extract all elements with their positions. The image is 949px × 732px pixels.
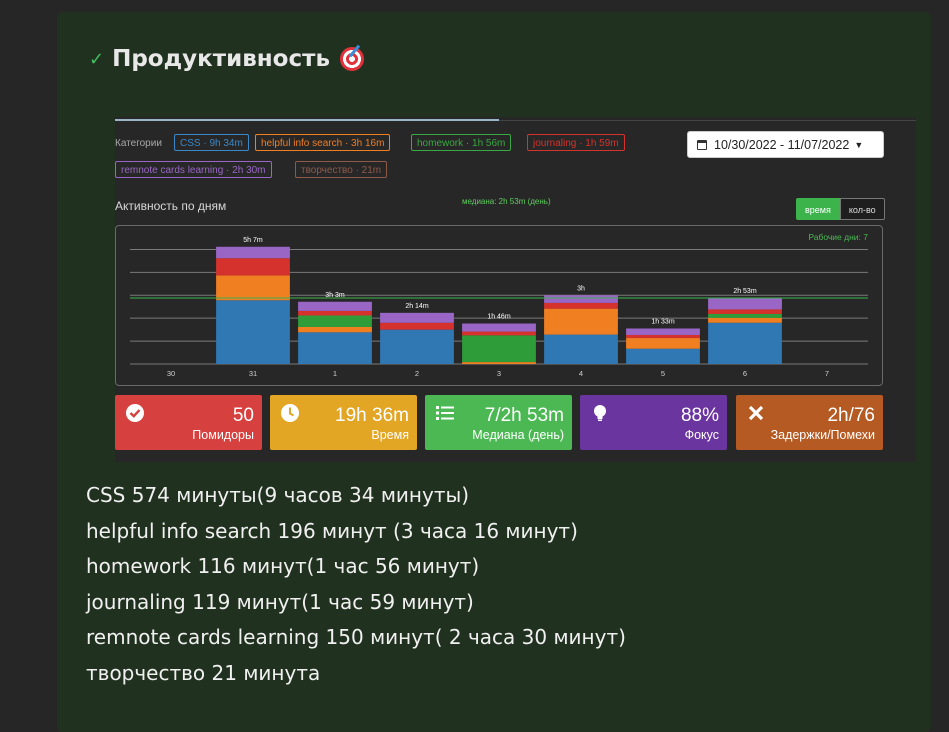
bar-segment bbox=[216, 300, 290, 364]
bar-segment bbox=[708, 322, 782, 364]
clock-icon bbox=[281, 404, 299, 422]
x-tick-label: 30 bbox=[167, 369, 175, 378]
bar-total-label: 2h 14m bbox=[405, 303, 429, 310]
bar-segment bbox=[462, 323, 536, 332]
bar-segment bbox=[298, 332, 372, 364]
bar-segment bbox=[708, 309, 782, 314]
activity-chart: 30 5h 7m 31 3h 3m 1 2h 14m 2 1h 46m 3 3h 4 1h 33m 5 2… bbox=[115, 225, 883, 386]
bar-segment bbox=[216, 258, 290, 276]
x-tick-label: 6 bbox=[743, 369, 747, 378]
tag-helpful-info-search[interactable]: helpful info search · 3h 16m bbox=[255, 134, 391, 151]
stat-value: 50 bbox=[232, 405, 254, 426]
tag-journaling[interactable]: journaling · 1h 59m bbox=[527, 134, 625, 151]
stat-value: 2h/76 bbox=[827, 405, 875, 426]
bar-segment bbox=[380, 312, 454, 323]
bar-segment bbox=[708, 317, 782, 323]
stat-focus: 88% Фокус bbox=[580, 395, 727, 450]
chevron-down-icon: ▼ bbox=[854, 139, 864, 150]
calendar-icon bbox=[697, 139, 707, 150]
note-line: journaling 119 минут(1 час 59 минут) bbox=[86, 589, 474, 614]
bar-segment bbox=[544, 302, 618, 309]
bar-segment bbox=[462, 331, 536, 336]
view-toggle: время кол-во bbox=[796, 198, 885, 220]
stat-label: Помидоры bbox=[192, 428, 254, 442]
stat-value: 19h 36m bbox=[335, 405, 409, 426]
tag-css[interactable]: CSS · 9h 34m bbox=[174, 134, 249, 151]
note-line: helpful info search 196 минут (3 часа 16… bbox=[86, 518, 578, 543]
check-icon: ✓ bbox=[89, 48, 105, 70]
note-line: CSS 574 минуты(9 часов 34 минуты) bbox=[86, 483, 470, 507]
x-tick-label: 3 bbox=[497, 369, 501, 378]
median-label: медиана: 2h 53m (день) bbox=[462, 197, 551, 206]
x-tick-label: 5 bbox=[661, 369, 665, 378]
note-line: remnote cards learning 150 минут( 2 часа… bbox=[86, 625, 626, 649]
bar-segment bbox=[544, 334, 618, 364]
bar-total-label: 1h 46m bbox=[487, 314, 511, 321]
bar-segment bbox=[216, 246, 290, 259]
date-range-picker[interactable]: 10/30/2022 - 11/07/2022 ▼ bbox=[687, 131, 884, 158]
section-heading: ✓ Продуктивность bbox=[89, 46, 364, 72]
bar-segment bbox=[708, 313, 782, 318]
stat-label: Время bbox=[371, 428, 409, 442]
bar-segment bbox=[626, 328, 700, 335]
categories-label: Категории bbox=[115, 138, 162, 149]
bar-segment bbox=[544, 308, 618, 335]
bar-segment bbox=[626, 338, 700, 349]
bar-total-label: 1h 33m bbox=[651, 318, 675, 325]
toggle-count-button[interactable]: кол-во bbox=[839, 198, 885, 220]
note-line: творчество 21 минута bbox=[86, 660, 321, 685]
direct-hit-icon bbox=[340, 47, 364, 71]
bar-segment bbox=[626, 334, 700, 339]
workdays-label: Рабочие дни: 7 bbox=[808, 232, 868, 242]
bar-total-label: 3h bbox=[577, 285, 585, 292]
bar-total-label: 2h 53m bbox=[733, 288, 757, 295]
tag-tvorchestvo[interactable]: творчество · 21m bbox=[295, 161, 388, 178]
activity-chart-svg: 305h 7m313h 3m12h 14m21h 46m33h41h 33m52… bbox=[130, 232, 868, 378]
bar-segment bbox=[462, 362, 536, 364]
stat-value: 88% bbox=[680, 405, 719, 426]
stat-delays: 2h/76 Задержки/Помехи bbox=[736, 395, 883, 450]
bar-segment bbox=[462, 335, 536, 363]
bar-segment bbox=[626, 348, 700, 364]
stat-median: 7/2h 53m Медиана (день) bbox=[425, 395, 572, 450]
stat-label: Задержки/Помехи bbox=[770, 428, 875, 442]
stat-label: Фокус bbox=[684, 428, 719, 442]
check-circle-icon bbox=[126, 404, 144, 422]
bar-segment bbox=[380, 322, 454, 330]
bar-segment bbox=[298, 315, 372, 327]
x-tick-label: 31 bbox=[249, 369, 257, 378]
x-tick-label: 1 bbox=[333, 369, 337, 378]
stat-label: Медиана (день) bbox=[472, 428, 564, 442]
notes-list: CSS 574 минуты(9 часов 34 минуты) helpfu… bbox=[86, 478, 626, 691]
activity-title: Активность по дням bbox=[115, 199, 227, 213]
stat-value: 7/2h 53m bbox=[484, 405, 564, 426]
bar-segment bbox=[708, 297, 782, 310]
tab-indicator bbox=[115, 119, 499, 121]
stat-pomodoros: 50 Помидоры bbox=[115, 395, 262, 450]
section-title: Продуктивность bbox=[112, 46, 330, 72]
times-icon bbox=[748, 405, 764, 421]
x-tick-label: 7 bbox=[825, 369, 829, 378]
bar-total-label: 5h 7m bbox=[243, 237, 263, 244]
tag-remnote-cards-learning[interactable]: remnote cards learning · 2h 30m bbox=[115, 161, 272, 178]
bar-segment bbox=[298, 326, 372, 333]
bar-segment bbox=[298, 310, 372, 316]
bar-segment bbox=[298, 301, 372, 311]
date-range-value: 10/30/2022 - 11/07/2022 bbox=[714, 137, 850, 152]
list-icon bbox=[436, 406, 454, 420]
stat-time: 19h 36m Время bbox=[270, 395, 417, 450]
toggle-time-button[interactable]: время bbox=[796, 198, 840, 220]
tag-homework[interactable]: homework · 1h 56m bbox=[411, 134, 512, 151]
tab-divider bbox=[499, 120, 916, 121]
lightbulb-icon bbox=[594, 405, 606, 421]
stats-row: 50 Помидоры 19h 36m Время 7/2h 53m Медиа… bbox=[115, 395, 916, 450]
productivity-widget: Категории CSS · 9h 34m helpful info sear… bbox=[115, 117, 916, 462]
bar-segment bbox=[216, 275, 290, 301]
x-tick-label: 4 bbox=[579, 369, 583, 378]
bar-segment bbox=[380, 329, 454, 364]
x-tick-label: 2 bbox=[415, 369, 419, 378]
note-line: homework 116 минут(1 час 56 минут) bbox=[86, 554, 480, 578]
bar-segment bbox=[544, 295, 618, 303]
